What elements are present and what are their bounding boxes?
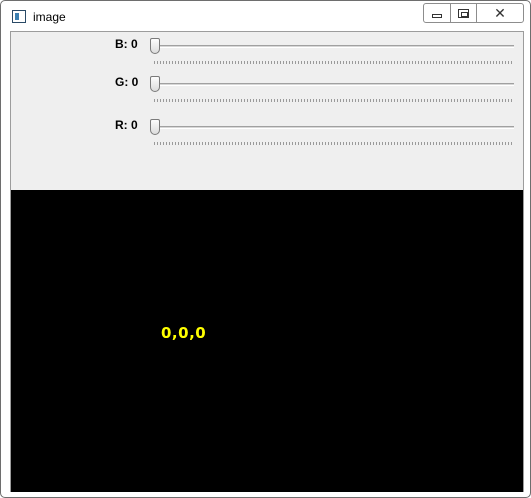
minimize-button[interactable] bbox=[423, 3, 451, 23]
trackbar-b-label: B: 0 bbox=[115, 37, 138, 51]
trackbar-panel: B: 0 G: 0 R: 0 bbox=[11, 32, 523, 189]
trackbar-g: G: 0 bbox=[11, 72, 523, 102]
trackbar-r-groove[interactable] bbox=[151, 126, 514, 129]
maximize-button[interactable] bbox=[450, 3, 477, 23]
app-window-icon bbox=[12, 10, 26, 23]
window-title: image bbox=[33, 10, 66, 24]
trackbar-r-thumb[interactable] bbox=[150, 119, 160, 135]
app-window: image ✕ B: 0 G: 0 R: 0 0,0,0 bbox=[0, 0, 531, 498]
title-bar[interactable]: image ✕ bbox=[2, 2, 529, 29]
trackbar-g-ticks bbox=[154, 99, 512, 102]
trackbar-b: B: 0 bbox=[11, 34, 523, 64]
trackbar-g-label: G: 0 bbox=[115, 75, 139, 89]
image-canvas: 0,0,0 bbox=[11, 190, 523, 492]
trackbar-r-ticks bbox=[154, 142, 512, 145]
trackbar-b-groove[interactable] bbox=[151, 45, 514, 48]
close-icon: ✕ bbox=[494, 5, 506, 21]
trackbar-g-groove[interactable] bbox=[151, 83, 514, 86]
trackbar-b-ticks bbox=[154, 61, 512, 64]
trackbar-r-label: R: 0 bbox=[115, 118, 138, 132]
restore-icon bbox=[458, 8, 469, 18]
trackbar-b-thumb[interactable] bbox=[150, 38, 160, 54]
client-area: B: 0 G: 0 R: 0 0,0,0 bbox=[10, 31, 524, 492]
trackbar-g-thumb[interactable] bbox=[150, 76, 160, 92]
trackbar-r: R: 0 bbox=[11, 115, 523, 145]
minimize-icon bbox=[432, 14, 442, 18]
rgb-value-text: 0,0,0 bbox=[161, 324, 207, 342]
close-button[interactable]: ✕ bbox=[476, 3, 524, 23]
